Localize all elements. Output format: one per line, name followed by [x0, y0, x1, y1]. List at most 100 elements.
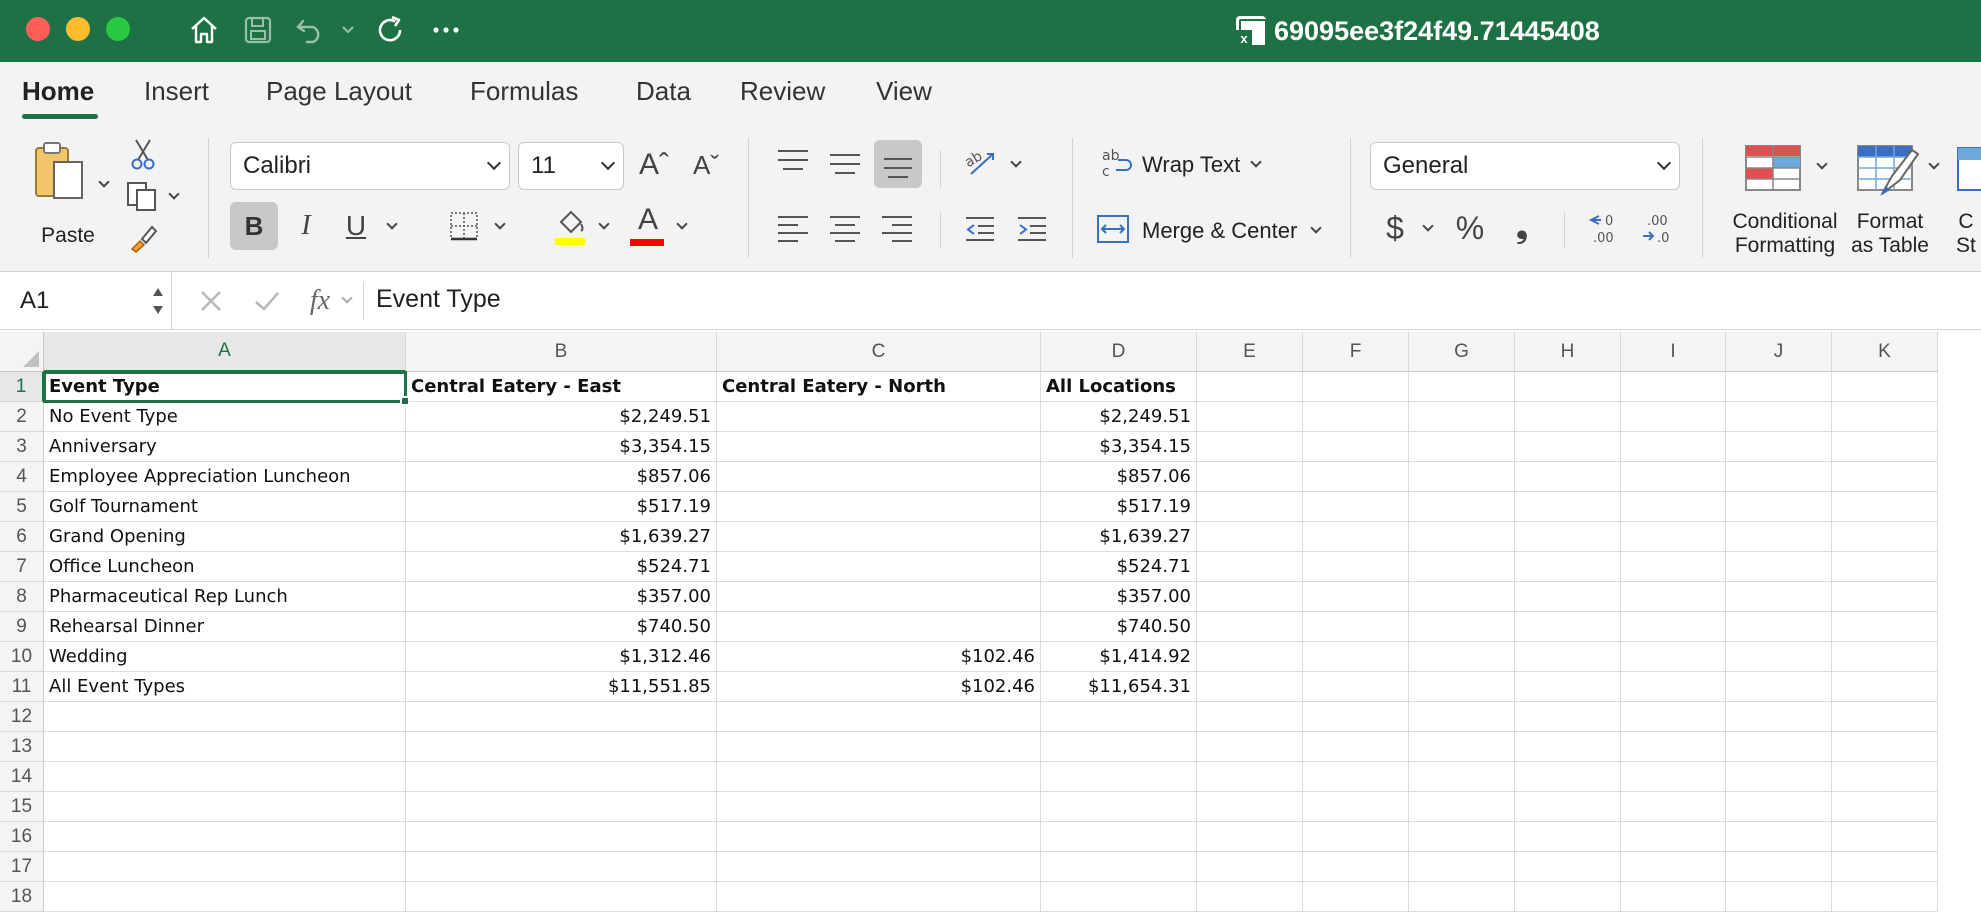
column-header-e[interactable]: E — [1197, 332, 1303, 372]
align-left-button[interactable] — [778, 214, 810, 244]
cell-k2[interactable] — [1832, 402, 1938, 432]
cell-styles-button[interactable]: C St — [1952, 140, 1981, 260]
cancel-entry-icon[interactable] — [196, 282, 226, 320]
cell-h7[interactable] — [1515, 552, 1621, 582]
cell-f17[interactable] — [1303, 852, 1409, 882]
cell-b15[interactable] — [406, 792, 717, 822]
cell-g6[interactable] — [1409, 522, 1515, 552]
cell-b4[interactable]: $857.06 — [406, 462, 717, 492]
cell-f16[interactable] — [1303, 822, 1409, 852]
cell-j4[interactable] — [1726, 462, 1832, 492]
row-header-1[interactable]: 1 — [0, 372, 44, 402]
redo-icon[interactable] — [372, 11, 408, 49]
format-as-table-button[interactable]: Format as Table — [1850, 140, 1950, 260]
cell-e6[interactable] — [1197, 522, 1303, 552]
cell-f11[interactable] — [1303, 672, 1409, 702]
cell-c14[interactable] — [717, 762, 1041, 792]
cell-j6[interactable] — [1726, 522, 1832, 552]
cell-c16[interactable] — [717, 822, 1041, 852]
cell-e1[interactable] — [1197, 372, 1303, 402]
cell-e5[interactable] — [1197, 492, 1303, 522]
cell-f12[interactable] — [1303, 702, 1409, 732]
cell-j8[interactable] — [1726, 582, 1832, 612]
cell-a6[interactable]: Grand Opening — [44, 522, 406, 552]
cell-d17[interactable] — [1041, 852, 1197, 882]
cut-icon[interactable] — [126, 136, 160, 172]
cell-a3[interactable]: Anniversary — [44, 432, 406, 462]
cell-i14[interactable] — [1621, 762, 1726, 792]
cell-a12[interactable] — [44, 702, 406, 732]
minimize-window-button[interactable] — [66, 17, 90, 41]
increase-indent-button[interactable] — [1012, 210, 1052, 248]
align-center-button[interactable] — [830, 214, 862, 244]
column-header-b[interactable]: B — [406, 332, 717, 372]
column-header-a[interactable]: A — [44, 332, 406, 372]
cell-g14[interactable] — [1409, 762, 1515, 792]
home-icon[interactable] — [186, 11, 222, 49]
cell-i6[interactable] — [1621, 522, 1726, 552]
row-header-5[interactable]: 5 — [0, 492, 44, 522]
row-header-18[interactable]: 18 — [0, 882, 44, 912]
cell-i9[interactable] — [1621, 612, 1726, 642]
increase-font-size-button[interactable]: Aˆ — [634, 142, 674, 188]
cell-k3[interactable] — [1832, 432, 1938, 462]
cell-e13[interactable] — [1197, 732, 1303, 762]
cell-j14[interactable] — [1726, 762, 1832, 792]
cell-h4[interactable] — [1515, 462, 1621, 492]
decrease-indent-button[interactable] — [960, 210, 1000, 248]
cell-k9[interactable] — [1832, 612, 1938, 642]
cell-e8[interactable] — [1197, 582, 1303, 612]
cell-d10[interactable]: $1,414.92 — [1041, 642, 1197, 672]
cell-k8[interactable] — [1832, 582, 1938, 612]
cell-j12[interactable] — [1726, 702, 1832, 732]
cell-g11[interactable] — [1409, 672, 1515, 702]
cell-g7[interactable] — [1409, 552, 1515, 582]
cell-f2[interactable] — [1303, 402, 1409, 432]
cell-g8[interactable] — [1409, 582, 1515, 612]
cell-d8[interactable]: $357.00 — [1041, 582, 1197, 612]
cell-j7[interactable] — [1726, 552, 1832, 582]
cell-c8[interactable] — [717, 582, 1041, 612]
number-format-select[interactable]: General — [1370, 142, 1680, 190]
cell-j2[interactable] — [1726, 402, 1832, 432]
comma-style-button[interactable]: ❟ — [1504, 206, 1540, 250]
cell-h5[interactable] — [1515, 492, 1621, 522]
undo-icon[interactable] — [292, 11, 328, 49]
row-header-4[interactable]: 4 — [0, 462, 44, 492]
cell-a10[interactable]: Wedding — [44, 642, 406, 672]
cell-a16[interactable] — [44, 822, 406, 852]
cell-e2[interactable] — [1197, 402, 1303, 432]
cell-h10[interactable] — [1515, 642, 1621, 672]
cell-h13[interactable] — [1515, 732, 1621, 762]
cell-a2[interactable]: No Event Type — [44, 402, 406, 432]
cell-e16[interactable] — [1197, 822, 1303, 852]
cell-k16[interactable] — [1832, 822, 1938, 852]
row-header-15[interactable]: 15 — [0, 792, 44, 822]
cell-f7[interactable] — [1303, 552, 1409, 582]
cell-d13[interactable] — [1041, 732, 1197, 762]
cell-k5[interactable] — [1832, 492, 1938, 522]
format-painter-icon[interactable] — [124, 222, 160, 254]
cell-f4[interactable] — [1303, 462, 1409, 492]
cell-b16[interactable] — [406, 822, 717, 852]
cell-i10[interactable] — [1621, 642, 1726, 672]
column-header-j[interactable]: J — [1726, 332, 1832, 372]
cell-j15[interactable] — [1726, 792, 1832, 822]
insert-function-icon[interactable]: fx — [300, 282, 340, 320]
cell-g12[interactable] — [1409, 702, 1515, 732]
cell-e3[interactable] — [1197, 432, 1303, 462]
cell-d15[interactable] — [1041, 792, 1197, 822]
cell-b11[interactable]: $11,551.85 — [406, 672, 717, 702]
cell-k6[interactable] — [1832, 522, 1938, 552]
cell-j3[interactable] — [1726, 432, 1832, 462]
cell-e17[interactable] — [1197, 852, 1303, 882]
bold-button[interactable]: B — [230, 202, 278, 250]
cell-d7[interactable]: $524.71 — [1041, 552, 1197, 582]
cell-i13[interactable] — [1621, 732, 1726, 762]
cell-c7[interactable] — [717, 552, 1041, 582]
orientation-button[interactable]: ab — [960, 142, 1000, 182]
cell-c12[interactable] — [717, 702, 1041, 732]
italic-button[interactable]: I — [286, 202, 326, 250]
cell-i8[interactable] — [1621, 582, 1726, 612]
cell-h16[interactable] — [1515, 822, 1621, 852]
